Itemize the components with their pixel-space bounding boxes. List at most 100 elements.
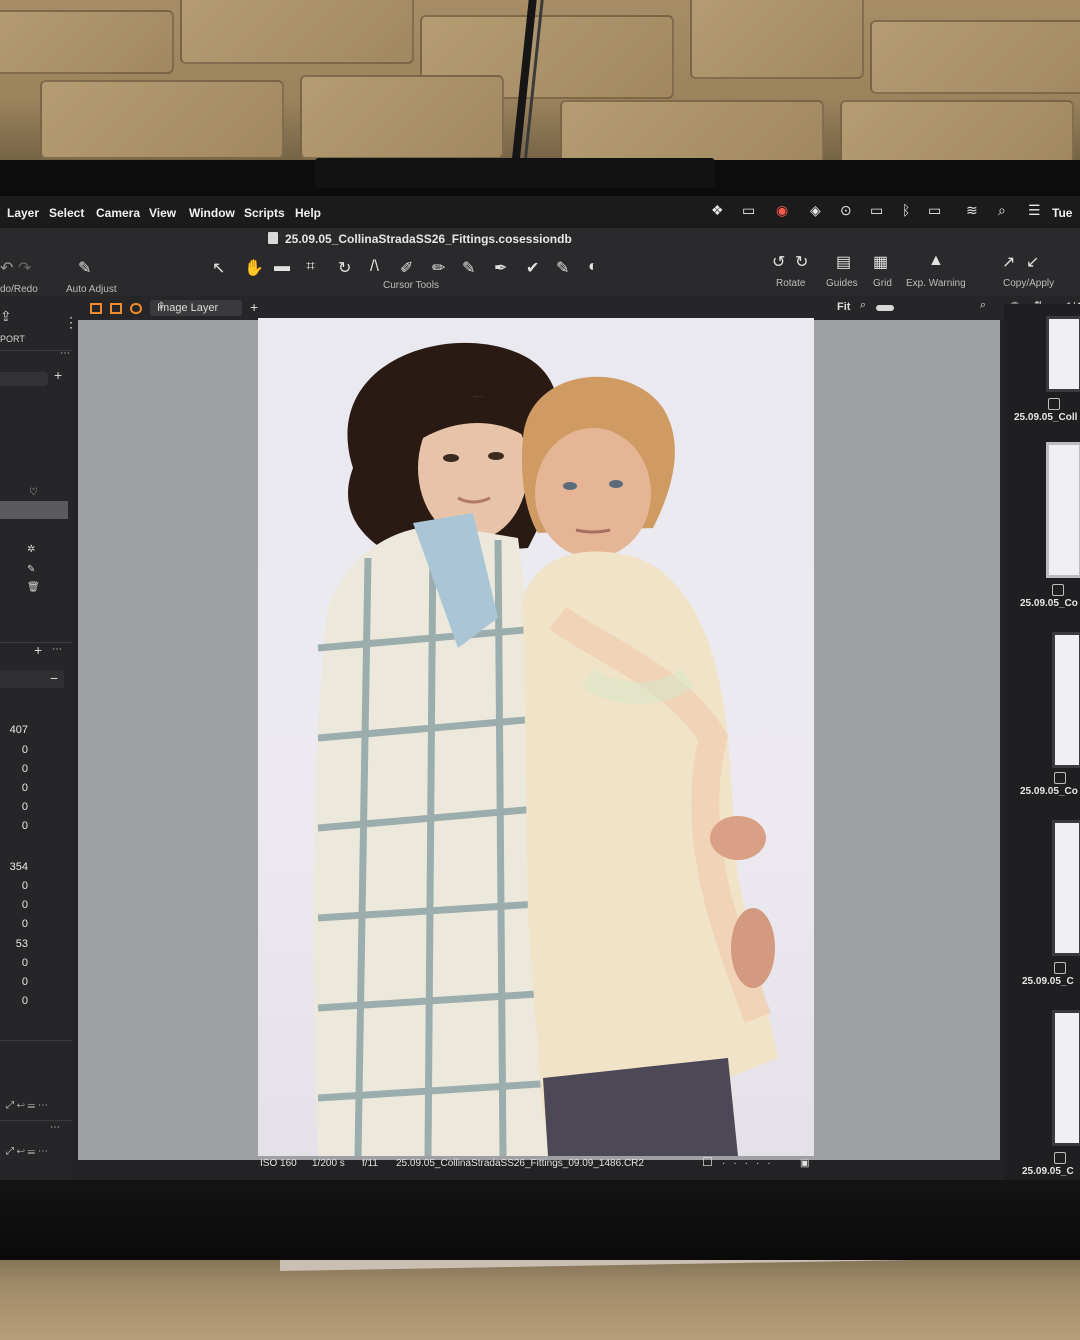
brush-icon[interactable]: ✐	[400, 258, 413, 278]
collapse-icon[interactable]: −	[50, 670, 58, 686]
value-field[interactable]: 0	[0, 782, 28, 796]
value-field[interactable]: 354	[0, 861, 28, 875]
thumbnail[interactable]	[1046, 316, 1080, 392]
guides-icon[interactable]: ▤	[836, 252, 851, 272]
divider	[0, 1040, 72, 1041]
zoom-fit-label[interactable]: Fit	[837, 301, 850, 313]
menu-clock[interactable]: Tue	[1052, 206, 1080, 220]
export-icon[interactable]: ⇪	[0, 308, 12, 325]
tool-row-icons[interactable]: ⤢ ↩ ☰ ⋯	[6, 1146, 48, 1157]
keystone-icon[interactable]: /\	[370, 258, 379, 276]
rotate-right-icon[interactable]: ↻	[795, 252, 808, 272]
rating-dots[interactable]: ·····	[722, 1158, 779, 1169]
value-field[interactable]: 0	[0, 880, 28, 894]
thumbnail-checkbox[interactable]	[1054, 962, 1066, 974]
zoom-in-icon[interactable]: ⌕	[980, 299, 986, 312]
battery-icon[interactable]: ▭	[928, 202, 941, 219]
face-right	[535, 428, 651, 558]
thumbnail-checkbox[interactable]	[1052, 584, 1064, 596]
value-field[interactable]: 0	[0, 763, 28, 777]
viewer-toolbar: Image Layer ⇕ + Fit ⌕ ⌕ ◉ ⇅ 1/4	[0, 296, 1080, 320]
menu-help[interactable]: Help	[295, 206, 321, 220]
value-field[interactable]: 407	[0, 724, 28, 738]
loupe-icon[interactable]: ▬	[274, 258, 290, 276]
picker-icon[interactable]: ✒	[494, 258, 507, 278]
layers-icon[interactable]: ◈	[810, 202, 821, 219]
more-icon[interactable]: ⋯	[60, 348, 70, 359]
play-icon[interactable]: ⊙	[840, 202, 852, 219]
bluetooth-icon[interactable]: ᛒ	[902, 202, 910, 218]
value-field[interactable]: 0	[0, 976, 28, 990]
value-field[interactable]: 0	[0, 899, 28, 913]
select-cursor-icon[interactable]: ↖	[212, 258, 225, 278]
thumbnail[interactable]	[1052, 1010, 1080, 1146]
zoom-slider[interactable]	[876, 305, 894, 311]
thumbnail-checkbox[interactable]	[1054, 772, 1066, 784]
record-icon[interactable]: ◉	[776, 202, 788, 219]
value-field[interactable]: 0	[0, 995, 28, 1009]
grid-view-icon[interactable]	[90, 303, 102, 314]
preset-select[interactable]	[0, 372, 48, 386]
add-layer-icon[interactable]: +	[250, 299, 258, 315]
select-arrows-icon: ⇕	[157, 301, 166, 312]
trash-icon[interactable]: 🗑	[27, 582, 40, 593]
value-field[interactable]: 0	[0, 744, 28, 758]
tool-row-icons[interactable]: ⤢ ↩ ☰ ⋯	[6, 1100, 48, 1111]
search-icon[interactable]: ⌕	[998, 202, 1006, 219]
thumbnail-checkbox[interactable]	[1048, 398, 1060, 410]
gradient-icon[interactable]: ✎	[462, 258, 475, 278]
menu-scripts[interactable]: Scripts	[244, 206, 285, 220]
selected-tool-row[interactable]	[0, 501, 68, 519]
add-adjustment-icon[interactable]: +	[34, 642, 42, 658]
single-view-icon[interactable]	[110, 303, 122, 314]
redo-icon[interactable]: ↷	[18, 258, 31, 278]
eye	[443, 454, 459, 462]
undo-icon[interactable]: ↶	[0, 258, 13, 278]
eye-view-icon[interactable]	[130, 303, 142, 314]
apply-arrow-icon[interactable]: ↙	[1026, 252, 1039, 272]
rotate-left-icon[interactable]: ↺	[772, 252, 785, 272]
thumbnail[interactable]	[1052, 820, 1080, 956]
menu-layer[interactable]: Layer	[7, 206, 39, 220]
control-center-icon[interactable]: ☰	[1028, 202, 1041, 219]
wifi-icon[interactable]: ≋	[966, 202, 978, 219]
value-field[interactable]: 53	[0, 938, 28, 952]
thumbnail-checkbox[interactable]	[1054, 1152, 1066, 1164]
monitor-icon[interactable]: ▭	[870, 202, 883, 219]
more-icon[interactable]: ⋯	[50, 1122, 60, 1133]
value-field[interactable]: 0	[0, 820, 28, 834]
value-field[interactable]: 0	[0, 918, 28, 932]
thumbnail-selected[interactable]	[1046, 442, 1080, 578]
menu-view[interactable]: View	[149, 206, 176, 220]
pan-hand-icon[interactable]: ✋	[244, 258, 264, 278]
color-tag-icon[interactable]: ▣	[800, 1158, 809, 1169]
grid-icon[interactable]: ▦	[873, 252, 888, 272]
layer-select[interactable]: Image Layer ⇕	[150, 300, 242, 316]
mask-icon[interactable]: ✎	[556, 258, 569, 278]
rotate-tool-icon[interactable]: ↻	[338, 258, 351, 278]
more-icon[interactable]: ⋯	[52, 644, 62, 655]
settings-icon[interactable]: ✲	[27, 544, 35, 555]
auto-adjust-icon[interactable]: ✎	[78, 258, 91, 278]
thumbnail[interactable]	[1052, 632, 1080, 768]
menu-window[interactable]: Window	[189, 206, 235, 220]
value-field[interactable]: 0	[0, 801, 28, 815]
spot-icon[interactable]: ✔	[526, 258, 539, 278]
edit-icon[interactable]: ✎	[27, 564, 35, 575]
menu-camera[interactable]: Camera	[96, 206, 140, 220]
value-field[interactable]: 0	[0, 957, 28, 971]
crop-icon[interactable]: ⌗	[306, 258, 315, 276]
eraser-icon[interactable]: ✏	[432, 258, 445, 278]
annotate-icon[interactable]: ◐	[588, 258, 598, 276]
menu-select[interactable]: Select	[49, 206, 84, 220]
more-vertical-icon[interactable]: ⋮	[64, 314, 78, 331]
display-icon[interactable]: ▭	[742, 202, 755, 219]
favorite-icon[interactable]: ♡	[29, 487, 38, 498]
copy-arrow-icon[interactable]: ↗	[1002, 252, 1015, 272]
zoom-out-icon[interactable]: ⌕	[860, 299, 866, 312]
dropbox-icon[interactable]: ❖	[711, 202, 724, 219]
screen: Layer Select Camera View Window Scripts …	[0, 196, 1080, 1180]
add-preset-icon[interactable]: +	[54, 367, 62, 383]
rating-box-icon[interactable]: ☐	[702, 1155, 713, 1169]
warning-icon[interactable]: ▲	[928, 252, 944, 270]
